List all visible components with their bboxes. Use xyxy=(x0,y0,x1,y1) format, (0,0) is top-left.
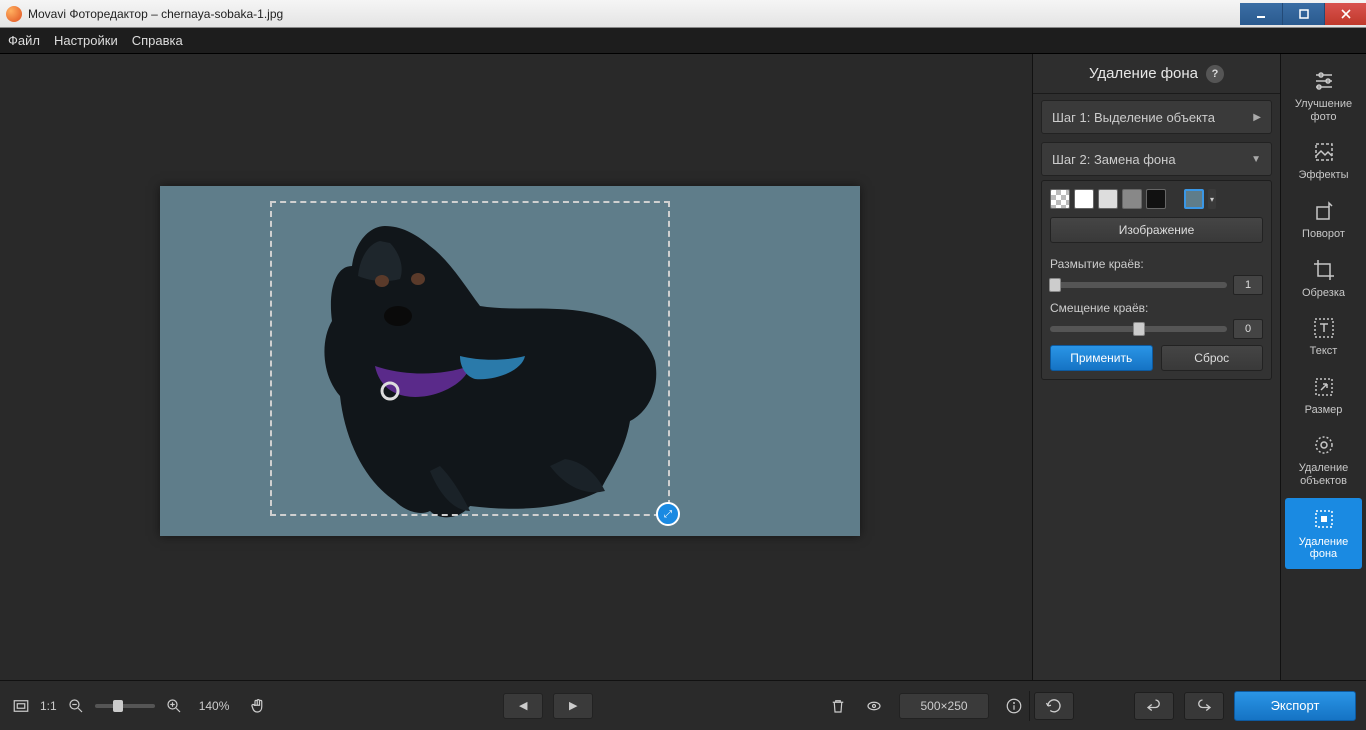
revert-button[interactable] xyxy=(1034,692,1074,720)
step2-header[interactable]: Шаг 2: Замена фона ▼ xyxy=(1041,142,1272,176)
crop-icon xyxy=(1311,257,1337,283)
effects-icon xyxy=(1311,139,1337,165)
tool-bg-removal-label: Удаление фона xyxy=(1299,536,1349,561)
window-close-button[interactable] xyxy=(1324,3,1366,25)
apply-label: Применить xyxy=(1070,351,1132,365)
window-minimize-button[interactable] xyxy=(1240,3,1282,25)
delete-icon[interactable] xyxy=(827,695,849,717)
swatch-white[interactable] xyxy=(1074,189,1094,209)
apply-button[interactable]: Применить xyxy=(1050,345,1153,371)
swatch-transparent[interactable] xyxy=(1050,189,1070,209)
tool-text[interactable]: Текст xyxy=(1281,307,1366,366)
reset-button[interactable]: Сброс xyxy=(1161,345,1264,371)
app-icon xyxy=(6,6,22,22)
image-canvas[interactable]: ⤢ xyxy=(160,186,860,536)
text-icon xyxy=(1311,315,1337,341)
window-maximize-button[interactable] xyxy=(1282,3,1324,25)
blur-value[interactable]: 1 xyxy=(1233,275,1263,295)
image-button[interactable]: Изображение xyxy=(1050,217,1263,243)
tool-crop-label: Обрезка xyxy=(1302,287,1345,300)
bottombar: 1:1 140% ◀ ▶ 500×250 Экспорт xyxy=(0,680,1366,730)
tool-bg-removal[interactable]: Удаление фона xyxy=(1285,498,1362,569)
zoom-slider[interactable] xyxy=(95,704,155,708)
arrow-right-icon: ▶ xyxy=(1253,112,1261,123)
tool-object-removal[interactable]: Удаление объектов xyxy=(1281,424,1366,495)
offset-label: Смещение краёв: xyxy=(1050,301,1263,315)
reset-label: Сброс xyxy=(1194,351,1229,365)
bg-removal-icon xyxy=(1311,506,1337,532)
swatch-black[interactable] xyxy=(1146,189,1166,209)
sliders-icon xyxy=(1311,68,1337,94)
offset-value[interactable]: 0 xyxy=(1233,319,1263,339)
canvas-area[interactable]: ⤢ xyxy=(0,54,1032,680)
tool-rotate-label: Поворот xyxy=(1302,228,1345,241)
undo-button[interactable] xyxy=(1134,692,1174,720)
bg-color-swatches: ▾ xyxy=(1050,189,1263,209)
panel-title: Удаление фона xyxy=(1089,65,1198,82)
help-icon[interactable]: ? xyxy=(1206,65,1224,83)
zoom-out-icon[interactable] xyxy=(65,695,87,717)
export-button[interactable]: Экспорт xyxy=(1234,691,1356,721)
blur-slider[interactable] xyxy=(1050,282,1227,288)
tool-rotate[interactable]: Поворот xyxy=(1281,190,1366,249)
dimensions-box[interactable]: 500×250 xyxy=(899,693,989,719)
panel-header: Удаление фона ? xyxy=(1033,54,1280,94)
zoom-ratio[interactable]: 1:1 xyxy=(40,699,57,713)
side-panel: Удаление фона ? Шаг 1: Выделение объекта… xyxy=(1032,54,1280,680)
step2-label: Шаг 2: Замена фона xyxy=(1052,152,1176,167)
export-label: Экспорт xyxy=(1271,698,1320,713)
resize-handle-icon[interactable]: ⤢ xyxy=(656,502,680,526)
image-button-label: Изображение xyxy=(1119,223,1195,237)
step1-header[interactable]: Шаг 1: Выделение объекта ▶ xyxy=(1041,100,1272,134)
zoom-percent: 140% xyxy=(199,699,230,713)
compare-icon[interactable] xyxy=(863,695,885,717)
window-title: Movavi Фоторедактор – chernaya-sobaka-1.… xyxy=(28,7,283,21)
prev-image-button[interactable]: ◀ xyxy=(503,693,543,719)
menu-file[interactable]: Файл xyxy=(8,33,40,48)
hand-tool-icon[interactable] xyxy=(247,695,269,717)
menu-settings[interactable]: Настройки xyxy=(54,33,118,48)
object-removal-icon xyxy=(1311,432,1337,458)
tool-crop[interactable]: Обрезка xyxy=(1281,249,1366,308)
swatch-current[interactable] xyxy=(1184,189,1204,209)
tool-effects-label: Эффекты xyxy=(1298,169,1348,182)
step1-label: Шаг 1: Выделение объекта xyxy=(1052,110,1215,125)
tool-text-label: Текст xyxy=(1310,345,1338,358)
dimensions-value: 500×250 xyxy=(920,699,967,713)
step2-content: ▾ Изображение Размытие краёв: 1 Смещение… xyxy=(1041,180,1272,380)
swatch-lightgray[interactable] xyxy=(1098,189,1118,209)
arrow-down-icon: ▼ xyxy=(1251,154,1261,165)
resize-icon xyxy=(1311,374,1337,400)
tool-resize[interactable]: Размер xyxy=(1281,366,1366,425)
offset-slider[interactable] xyxy=(1050,326,1227,332)
rotate-icon xyxy=(1311,198,1337,224)
blur-label: Размытие краёв: xyxy=(1050,257,1263,271)
tool-object-removal-label: Удаление объектов xyxy=(1299,462,1349,487)
swatch-dropdown-icon[interactable]: ▾ xyxy=(1208,189,1216,209)
tool-enhance[interactable]: Улучшение фото xyxy=(1281,60,1366,131)
menubar: Файл Настройки Справка xyxy=(0,28,1366,54)
info-icon[interactable] xyxy=(1003,695,1025,717)
swatch-gray[interactable] xyxy=(1122,189,1142,209)
tool-rail: Улучшение фото Эффекты Поворот Обрезка Т… xyxy=(1280,54,1366,680)
tool-effects[interactable]: Эффекты xyxy=(1281,131,1366,190)
menu-help[interactable]: Справка xyxy=(132,33,183,48)
window-titlebar: Movavi Фоторедактор – chernaya-sobaka-1.… xyxy=(0,0,1366,28)
tool-enhance-label: Улучшение фото xyxy=(1295,98,1352,123)
tool-resize-label: Размер xyxy=(1305,404,1343,417)
zoom-in-icon[interactable] xyxy=(163,695,185,717)
fit-screen-icon[interactable] xyxy=(10,695,32,717)
selection-marquee[interactable]: ⤢ xyxy=(270,201,670,516)
next-image-button[interactable]: ▶ xyxy=(553,693,593,719)
redo-button[interactable] xyxy=(1184,692,1224,720)
